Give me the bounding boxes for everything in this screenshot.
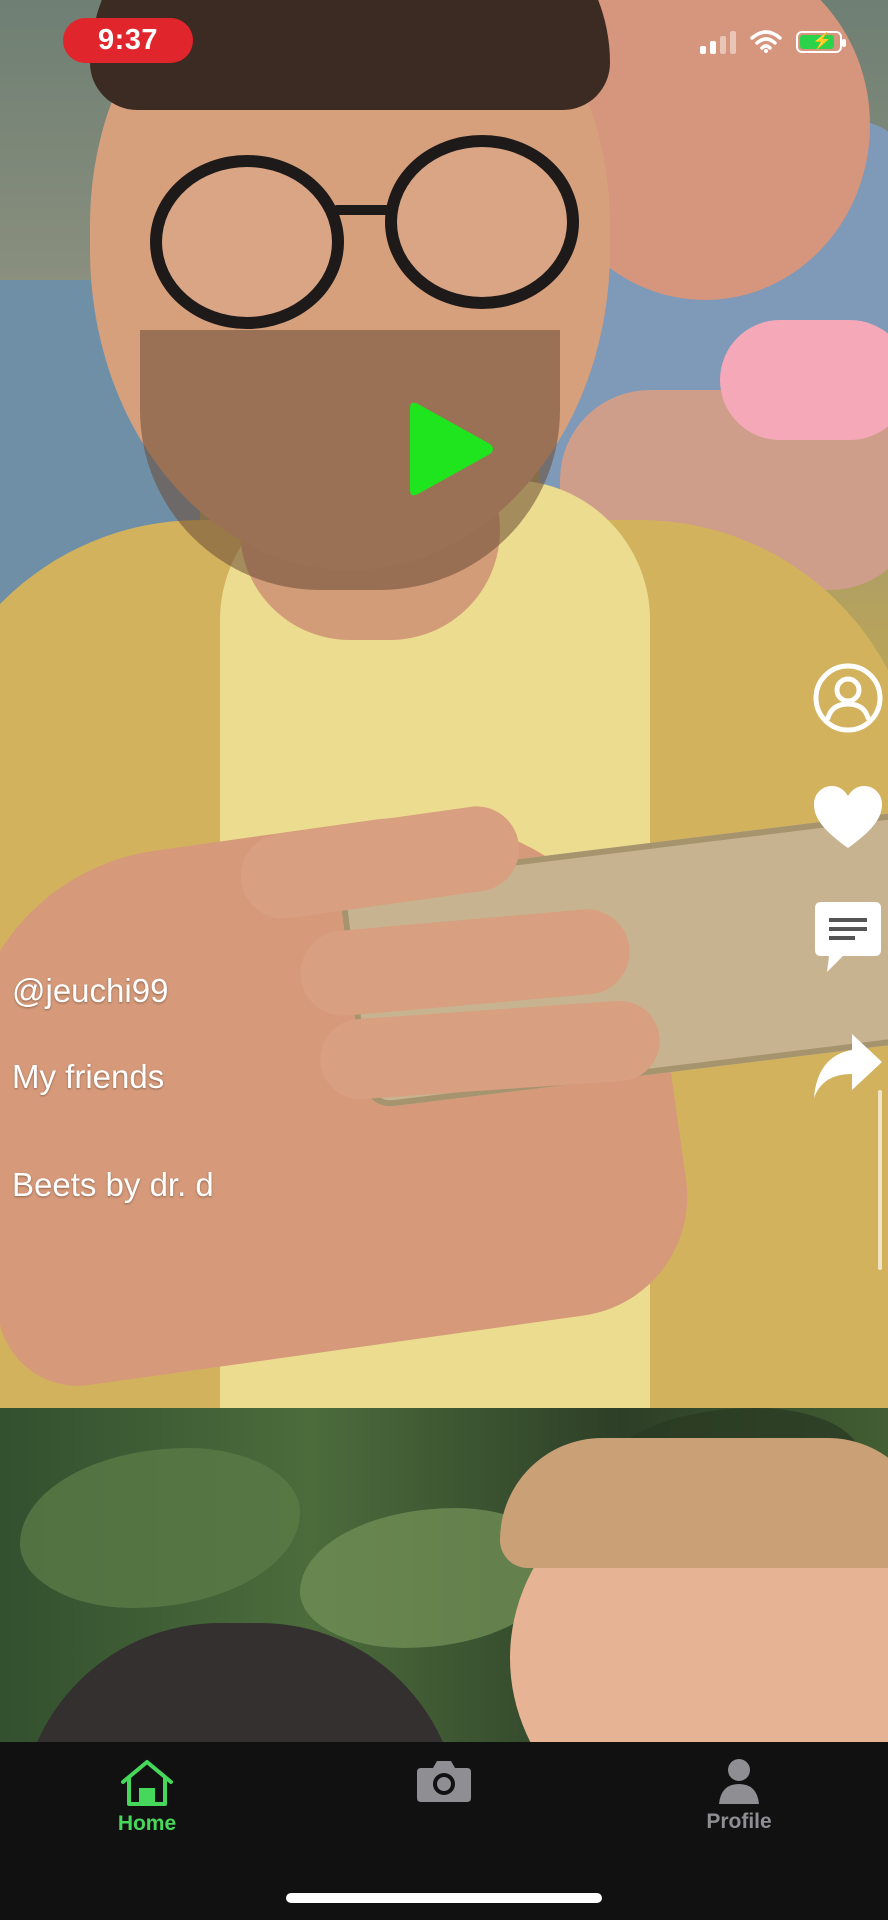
comment-icon <box>815 902 881 972</box>
profile-button[interactable] <box>810 660 886 736</box>
heart-icon <box>814 786 882 848</box>
camera-icon <box>417 1761 471 1802</box>
person-icon <box>719 1759 759 1804</box>
scroll-indicator <box>878 1090 882 1270</box>
glasses-lens-right <box>385 135 579 309</box>
tab-profile[interactable]: Profile <box>659 1758 819 1848</box>
status-time: 9:37 <box>63 18 193 63</box>
user-circle-icon <box>813 663 883 733</box>
share-button[interactable] <box>810 1028 886 1104</box>
foliage <box>20 1448 300 1608</box>
wifi-icon <box>750 30 782 53</box>
sound-label[interactable]: Beets by dr. d <box>12 1166 214 1204</box>
video-caption: My friends <box>12 1058 165 1095</box>
video-frame-next[interactable] <box>0 1408 888 1742</box>
glasses-lens-left <box>150 155 344 329</box>
tab-profile-label: Profile <box>706 1810 772 1833</box>
glasses-bridge <box>332 205 392 215</box>
battery-charging-icon: ⚡ <box>796 31 846 53</box>
status-icons: ⚡ <box>700 30 846 54</box>
video-feed[interactable]: @jeuchi99 My friends Beets by dr. d <box>0 0 888 1742</box>
username-label[interactable]: @jeuchi99 <box>12 972 168 1010</box>
cellular-signal-icon <box>700 30 736 54</box>
person-hair <box>500 1438 888 1568</box>
pink-object <box>720 320 888 440</box>
tab-home-label: Home <box>117 1812 177 1835</box>
home-indicator <box>286 1893 602 1903</box>
play-icon[interactable] <box>404 400 496 498</box>
tab-home[interactable]: Home <box>67 1758 227 1848</box>
comment-button[interactable] <box>810 900 886 976</box>
tab-camera[interactable] <box>364 1758 524 1848</box>
home-icon <box>121 1760 173 1806</box>
like-button[interactable] <box>810 780 886 856</box>
share-icon <box>814 1034 882 1098</box>
